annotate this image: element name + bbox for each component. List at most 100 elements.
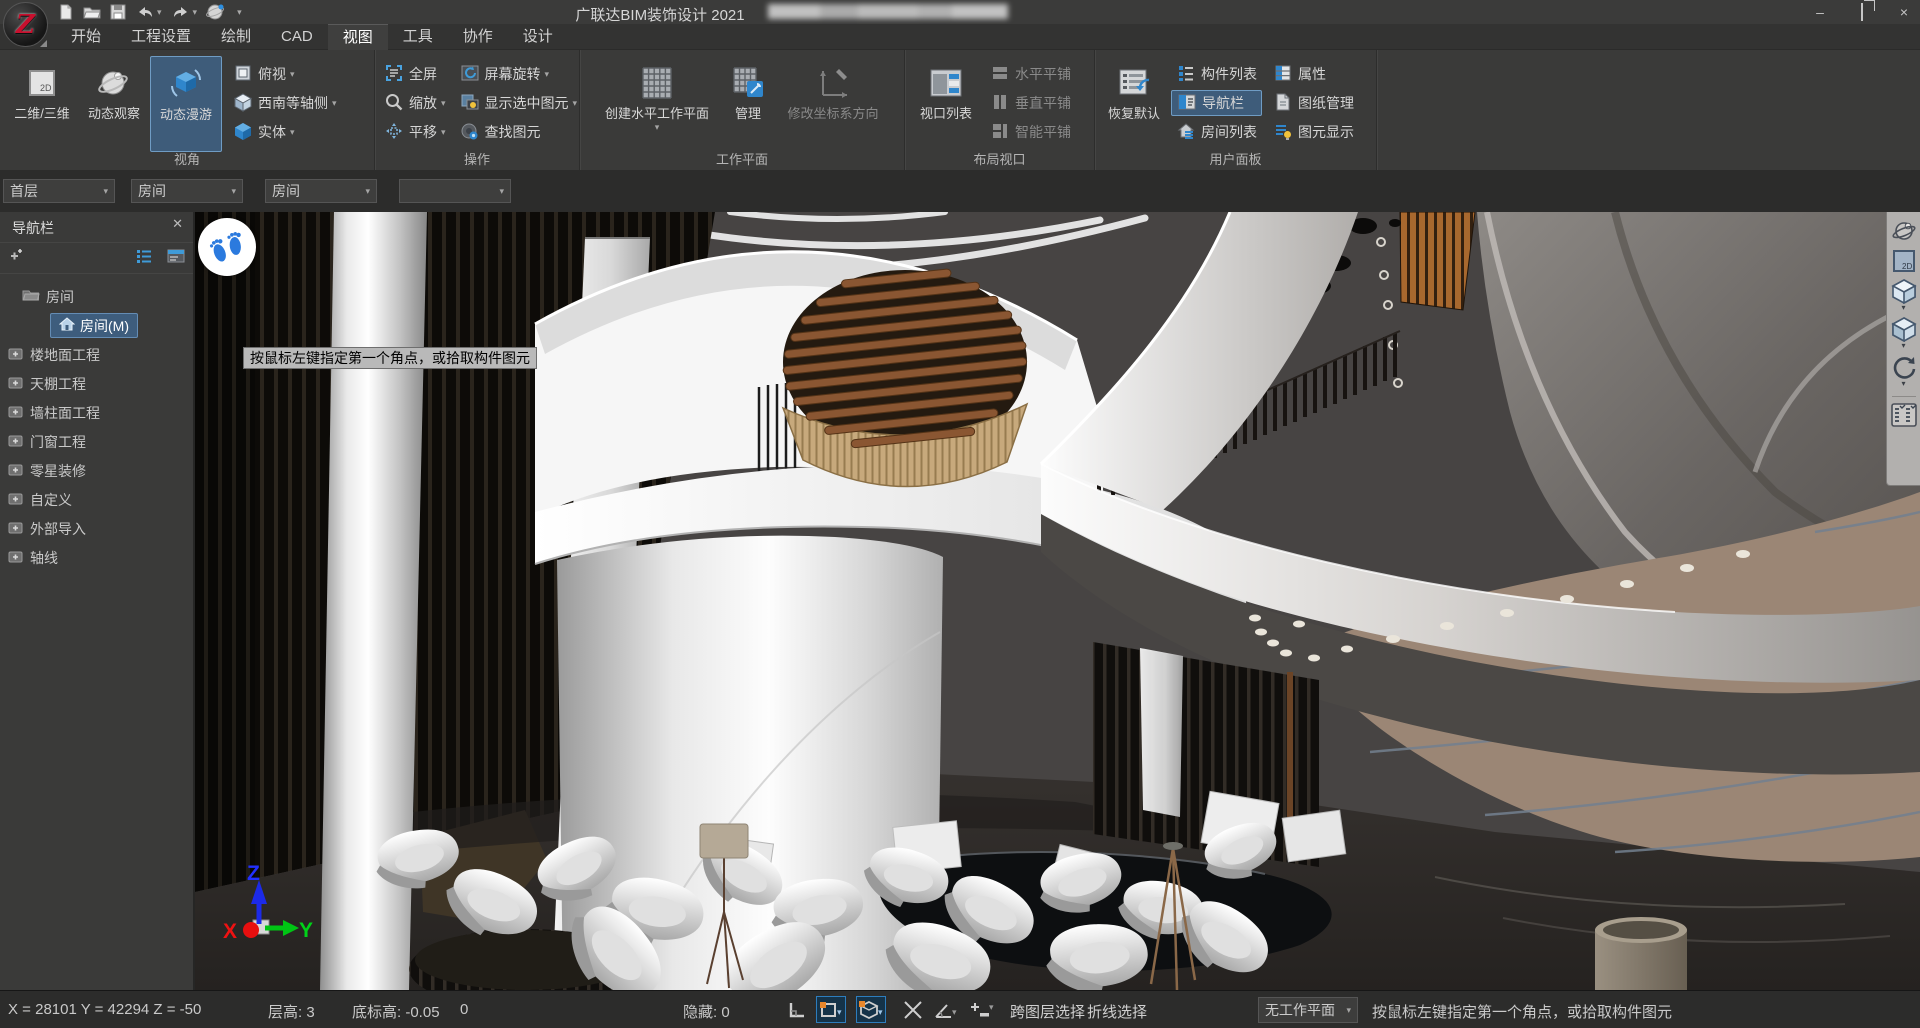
navigator-close-icon[interactable]: ✕: [172, 216, 183, 232]
orbit-button[interactable]: 动态观察: [78, 56, 150, 152]
tab-project-settings[interactable]: 工程设置: [116, 24, 206, 50]
screen-rotate-button[interactable]: 屏幕旋转▾: [455, 61, 583, 87]
offset-value: 0: [460, 1001, 468, 1018]
view-cube-tool-icon[interactable]: ▾: [1891, 278, 1917, 312]
list-view-icon[interactable]: [135, 248, 153, 269]
element-display-button[interactable]: 图元显示: [1268, 119, 1359, 145]
find-elements-icon: [460, 121, 480, 144]
close-button[interactable]: ×: [1896, 4, 1912, 20]
tree-item-room-selected[interactable]: 房间(M): [0, 311, 193, 340]
walkthrough-button[interactable]: 动态漫游: [150, 56, 222, 152]
snap-3d-toggle[interactable]: ▾: [856, 996, 886, 1023]
new-file-icon[interactable]: [58, 4, 74, 20]
ribbon-group-layout-viewport: 视口列表 水平平铺 垂直平铺 智能平铺: [905, 50, 1095, 170]
create-horizontal-workplane-button[interactable]: 创建水平工作平面 ▾: [592, 56, 722, 152]
element-display-icon: [1273, 121, 1293, 144]
redo-icon[interactable]: ▾: [171, 5, 198, 19]
sw-isometric-button[interactable]: 西南等轴侧▾: [228, 90, 342, 116]
tab-view[interactable]: 视图: [328, 24, 388, 50]
snap-2d-toggle[interactable]: ▾: [816, 996, 846, 1023]
cross-layer-select-button[interactable]: 跨图层选择: [1010, 1001, 1085, 1022]
2d-view-tool-icon[interactable]: 2D: [1891, 248, 1917, 274]
modify-ucs-button[interactable]: 修改坐标系方向: [774, 56, 892, 152]
magnifier-icon: [384, 92, 404, 115]
zoom-button[interactable]: 缩放▾: [379, 90, 451, 116]
undo-icon[interactable]: ▾: [135, 5, 162, 19]
group-label-view-angle: 视角: [0, 149, 374, 168]
tree-item-floor-works[interactable]: 楼地面工程: [0, 340, 193, 369]
tab-design[interactable]: 设计: [508, 24, 568, 50]
svg-text:2D: 2D: [1902, 262, 1912, 271]
display-style-tool-icon[interactable]: ▾: [1891, 316, 1917, 350]
more-commands-icon[interactable]: ▾: [235, 7, 242, 18]
2d-view-icon: 2D: [26, 60, 58, 106]
floor-height-field: 层高: 3: [268, 1001, 315, 1022]
tab-tools[interactable]: 工具: [388, 24, 448, 50]
tab-collaborate[interactable]: 协作: [448, 24, 508, 50]
tree-item-room-group[interactable]: 房间: [0, 282, 193, 311]
restore-default-button[interactable]: 恢复默认: [1101, 56, 1167, 152]
component-list-button[interactable]: 构件列表: [1171, 61, 1262, 87]
drawing-management-button[interactable]: 图纸管理: [1268, 90, 1359, 116]
crosshair-toggle[interactable]: [898, 996, 928, 1023]
tab-cad[interactable]: CAD: [266, 24, 328, 50]
sync-globe-icon[interactable]: [206, 3, 226, 21]
viewport-list-button[interactable]: 视口列表: [913, 56, 979, 152]
workplane-manage-button[interactable]: 管理: [722, 56, 774, 152]
fullscreen-button[interactable]: 全屏: [379, 61, 451, 87]
ortho-toggle[interactable]: [782, 996, 812, 1023]
tree-item-ceiling-works[interactable]: 天棚工程: [0, 369, 193, 398]
logo-expander-icon[interactable]: [40, 40, 47, 47]
open-file-icon[interactable]: [83, 4, 101, 20]
tree-item-external-import[interactable]: 外部导入: [0, 514, 193, 543]
status-bar: X = 28101 Y = 42294 Z = -50 层高: 3 底标高: -…: [0, 990, 1920, 1028]
detail-view-icon[interactable]: [167, 248, 185, 269]
category-selector[interactable]: 房间▾: [131, 179, 243, 203]
cursor-coordinates: X = 28101 Y = 42294 Z = -50: [8, 1001, 201, 1018]
axis-y-label: Y: [299, 919, 313, 942]
tile-smart-button[interactable]: 智能平铺: [985, 119, 1076, 145]
tile-vertical-button[interactable]: 垂直平铺: [985, 90, 1076, 116]
room-list-button[interactable]: 房间列表: [1171, 119, 1262, 145]
tree-item-wall-column-works[interactable]: 墙柱面工程: [0, 398, 193, 427]
add-node-icon[interactable]: [8, 248, 24, 269]
type-selector[interactable]: 房间▾: [265, 179, 377, 203]
pan-button[interactable]: 平移▾: [379, 119, 451, 145]
tree-item-axis-lines[interactable]: 轴线: [0, 543, 193, 572]
group-label-layout-viewport: 布局视口: [905, 149, 1094, 168]
walkthrough-footprints-cursor: [198, 218, 256, 276]
tree-item-custom[interactable]: 自定义: [0, 485, 193, 514]
rotate-view-tool-icon[interactable]: ▾: [1891, 354, 1917, 388]
restore-button[interactable]: [1854, 4, 1870, 20]
axis-x-label: X: [223, 920, 237, 943]
workplane-selector[interactable]: 无工作平面▾: [1258, 997, 1358, 1023]
top-view-button[interactable]: 俯视▾: [228, 61, 342, 87]
polyline-select-button[interactable]: 折线选择: [1087, 1001, 1147, 1022]
floor-selector[interactable]: 首层▾: [3, 179, 115, 203]
component-checklist-tool-icon[interactable]: [1890, 401, 1918, 429]
orbit-tool-icon[interactable]: [1891, 218, 1917, 244]
save-icon[interactable]: [110, 4, 126, 20]
tree-item-door-window-works[interactable]: 门窗工程: [0, 427, 193, 456]
tab-start[interactable]: 开始: [56, 24, 116, 50]
tab-draw[interactable]: 绘制: [206, 24, 266, 50]
solid-style-button[interactable]: 实体▾: [228, 119, 342, 145]
wood-slat-wall: [1400, 212, 1475, 310]
reference-line-toggle[interactable]: ▾: [966, 996, 996, 1023]
tree-item-misc-decoration[interactable]: 零星装修: [0, 456, 193, 485]
navigator-title: 导航栏: [12, 220, 54, 236]
3d-viewport[interactable]: Z Y X: [195, 212, 1920, 990]
workplane-grid-icon: [638, 60, 676, 106]
show-selected-elements-button[interactable]: 显示选中图元▾: [455, 90, 583, 116]
find-elements-button[interactable]: 查找图元: [455, 119, 583, 145]
tile-horizontal-button[interactable]: 水平平铺: [985, 61, 1076, 87]
minimize-button[interactable]: –: [1812, 4, 1828, 20]
name-selector[interactable]: ▾: [399, 179, 511, 203]
tile-smart-icon: [990, 121, 1010, 144]
toggle-2d-3d-button[interactable]: 2D 二维/三维: [6, 56, 78, 152]
navigator-panel-button[interactable]: 导航栏: [1171, 90, 1262, 116]
svg-text:▾: ▾: [952, 1007, 957, 1017]
angle-snap-toggle[interactable]: ▾: [930, 996, 960, 1023]
properties-panel-button[interactable]: 属性: [1268, 61, 1359, 87]
fullscreen-icon: [384, 63, 404, 86]
